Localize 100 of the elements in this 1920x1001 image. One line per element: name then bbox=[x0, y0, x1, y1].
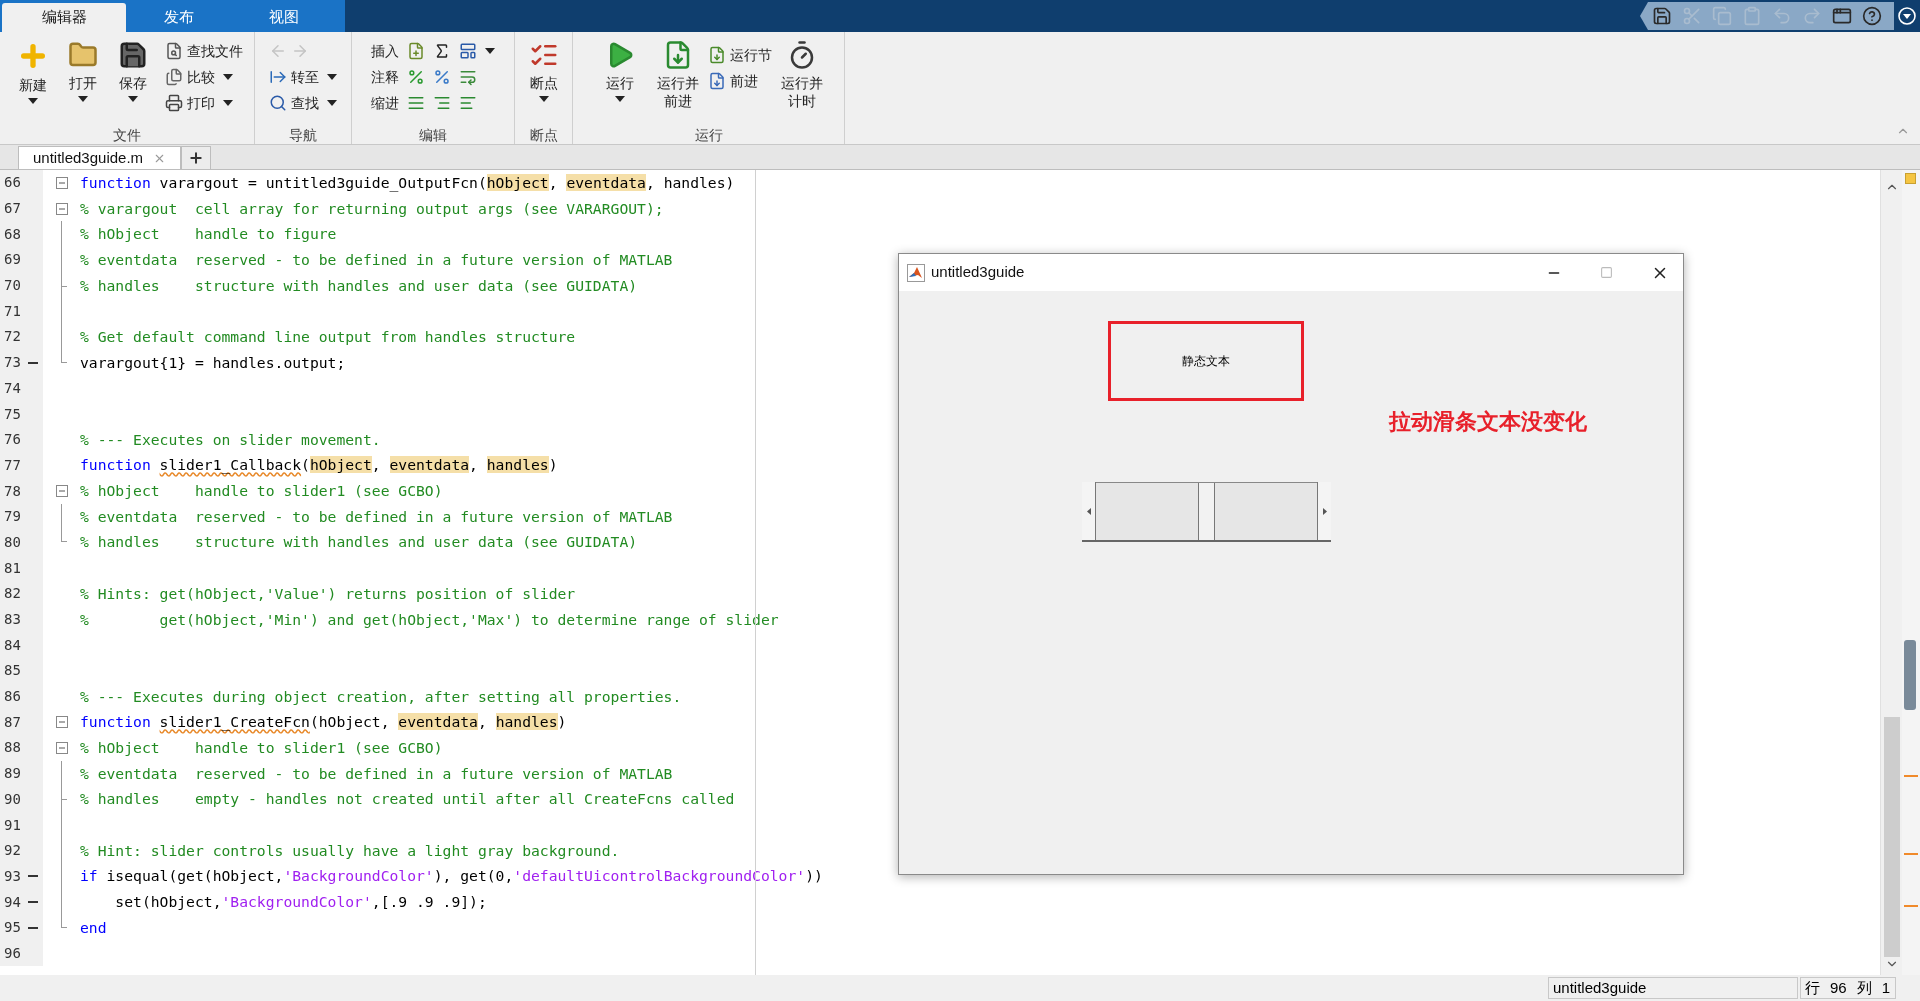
percent-icon[interactable] bbox=[407, 68, 425, 86]
code-line: % Hints: get(hObject,'Value') returns position of slider bbox=[80, 583, 576, 604]
vertical-scrollbar[interactable] bbox=[1880, 170, 1902, 975]
line-number: 81 bbox=[3, 558, 22, 578]
code-line: end bbox=[80, 917, 107, 938]
percent-icon[interactable] bbox=[433, 68, 451, 86]
line-number: 75 bbox=[3, 404, 22, 424]
fold-toggle-icon[interactable] bbox=[55, 741, 68, 754]
files-icon bbox=[165, 68, 183, 86]
ribbon-button[interactable]: 运行 bbox=[589, 32, 650, 124]
line-number: 79 bbox=[3, 507, 22, 527]
code-line: if isequal(get(hObject,'BackgroundColor'), get(0,'defaultUicontrolBackgroundColor')) bbox=[80, 866, 823, 887]
line-number: 91 bbox=[3, 815, 22, 835]
ribbon-button[interactable]: 运行并计时 bbox=[775, 32, 828, 124]
line-number: 70 bbox=[3, 276, 22, 296]
ribbon-tool[interactable]: 查找文件 bbox=[163, 38, 245, 64]
line-number: 88 bbox=[3, 738, 22, 758]
file-plus-icon[interactable] bbox=[407, 42, 425, 60]
ribbon-button[interactable]: 新建 bbox=[9, 32, 57, 124]
group-label: 运行 bbox=[694, 126, 723, 144]
annotation-text: 拉动滑条文本没变化 bbox=[1389, 408, 1587, 436]
line-number: 72 bbox=[3, 327, 22, 347]
indent-icon[interactable] bbox=[433, 94, 451, 112]
ribbon-button[interactable]: 运行并前进 bbox=[651, 32, 704, 124]
line-number: 66 bbox=[3, 173, 22, 193]
code-line: set(hObject,'BackgroundColor',[.9 .9 .9]); bbox=[114, 892, 487, 913]
chevron-circle-icon[interactable] bbox=[1898, 7, 1916, 25]
search-icon bbox=[269, 94, 287, 112]
ribbon-tool[interactable]: 比较 bbox=[163, 64, 245, 90]
ribbon-row-label: 注释 bbox=[371, 67, 399, 87]
static-text: 静态文本 bbox=[1182, 353, 1230, 370]
window-title: untitled3guide bbox=[931, 262, 1025, 283]
maximize-icon[interactable] bbox=[1600, 266, 1613, 279]
ribbon-button[interactable]: 保存 bbox=[109, 32, 157, 124]
line-number: 71 bbox=[3, 301, 22, 321]
fold-toggle-icon[interactable] bbox=[55, 176, 68, 189]
group-label: 导航 bbox=[289, 126, 317, 144]
code-line: % handles empty - handles not created until after all CreateFcns called bbox=[80, 789, 735, 810]
ribbon-tool[interactable]: 打印 bbox=[163, 90, 245, 116]
help-icon[interactable] bbox=[1862, 6, 1882, 26]
line-number: 80 bbox=[3, 532, 22, 552]
line-number-value: 96 bbox=[1830, 977, 1847, 998]
line-number: 74 bbox=[3, 378, 22, 398]
code-line: % hObject handle to slider1 (see GCBO) bbox=[80, 737, 443, 758]
right-arrow-icon bbox=[1322, 507, 1327, 515]
code-line: % eventdata reserved - to be defined in a future version of MATLAB bbox=[80, 249, 673, 270]
save-icon[interactable] bbox=[1652, 6, 1672, 26]
ribbon-tab[interactable]: 编辑器 bbox=[2, 3, 126, 32]
code-line: % eventdata reserved - to be defined in a future version of MATLAB bbox=[80, 506, 673, 527]
column-label: 列 bbox=[1856, 977, 1872, 998]
code-line: % hObject handle to figure bbox=[80, 224, 337, 245]
document-arrow-icon bbox=[707, 46, 726, 64]
code-line: % varargout cell array for returning output args (see VARARGOUT); bbox=[80, 198, 664, 219]
line-number: 84 bbox=[3, 635, 22, 655]
ribbon-tool[interactable]: 运行节 bbox=[705, 42, 774, 68]
save-icon bbox=[118, 40, 148, 70]
ribbon-tool[interactable]: 前进 bbox=[705, 68, 774, 94]
line-number: 78 bbox=[3, 481, 22, 501]
line-number: 85 bbox=[3, 661, 22, 681]
slider-right-button[interactable] bbox=[1317, 482, 1331, 540]
indent-icon[interactable] bbox=[407, 94, 425, 112]
code-line: % --- Executes during object creation, after setting all properties. bbox=[80, 686, 682, 707]
wrap-icon[interactable] bbox=[459, 68, 477, 86]
ribbon-tab[interactable]: 发布 bbox=[126, 3, 231, 32]
line-number: 69 bbox=[3, 250, 22, 270]
left-arrow-icon bbox=[1086, 507, 1091, 515]
layout-icon[interactable] bbox=[1832, 6, 1852, 26]
ribbon-tab[interactable]: 视图 bbox=[231, 3, 336, 32]
line-number: 93 bbox=[3, 866, 22, 886]
code-line: varargout{1} = handles.output; bbox=[80, 352, 346, 373]
group-label: 编辑 bbox=[419, 126, 447, 144]
line-label: 行 bbox=[1805, 977, 1820, 998]
line-number: 83 bbox=[3, 610, 22, 630]
code-line: % handles structure with handles and user data (see GUIDATA) bbox=[80, 275, 638, 296]
add-tab-button[interactable] bbox=[181, 146, 212, 169]
slider-thumb[interactable] bbox=[1198, 483, 1215, 540]
ribbon-button[interactable]: 打开 bbox=[59, 32, 107, 124]
slider-left-button[interactable] bbox=[1082, 482, 1096, 540]
line-number: 86 bbox=[3, 687, 22, 707]
ribbon-row-label: 插入 bbox=[371, 41, 399, 61]
code-line: function slider1_CreateFcn(hObject, eventdata, handles) bbox=[80, 712, 567, 733]
document-tab[interactable]: untitled3guide.m bbox=[18, 146, 182, 169]
line-number: 90 bbox=[3, 789, 22, 809]
line-number: 82 bbox=[3, 584, 22, 604]
ribbon-tool[interactable]: 查找 bbox=[267, 90, 339, 116]
line-number: 96 bbox=[3, 943, 22, 963]
fold-toggle-icon[interactable] bbox=[55, 485, 68, 498]
ribbon-tool[interactable]: 转至 bbox=[267, 64, 339, 90]
fold-toggle-icon[interactable] bbox=[55, 202, 68, 215]
line-number: 95 bbox=[3, 918, 22, 938]
status-file-field: untitled3guide bbox=[1548, 977, 1798, 999]
column-number-value: 1 bbox=[1881, 977, 1891, 998]
fold-toggle-icon[interactable] bbox=[55, 716, 68, 729]
line-number: 94 bbox=[3, 892, 22, 912]
indent-icon[interactable] bbox=[459, 94, 477, 112]
code-line: % get(hObject,'Min') and get(hObject,'Max') to determine range of slider bbox=[80, 609, 779, 630]
ribbon-button[interactable]: 断点 bbox=[519, 32, 568, 124]
scrollbar-thumb[interactable] bbox=[1883, 717, 1900, 957]
code-line: % eventdata reserved - to be defined in a future version of MATLAB bbox=[80, 763, 673, 784]
template-icon[interactable] bbox=[459, 42, 477, 60]
